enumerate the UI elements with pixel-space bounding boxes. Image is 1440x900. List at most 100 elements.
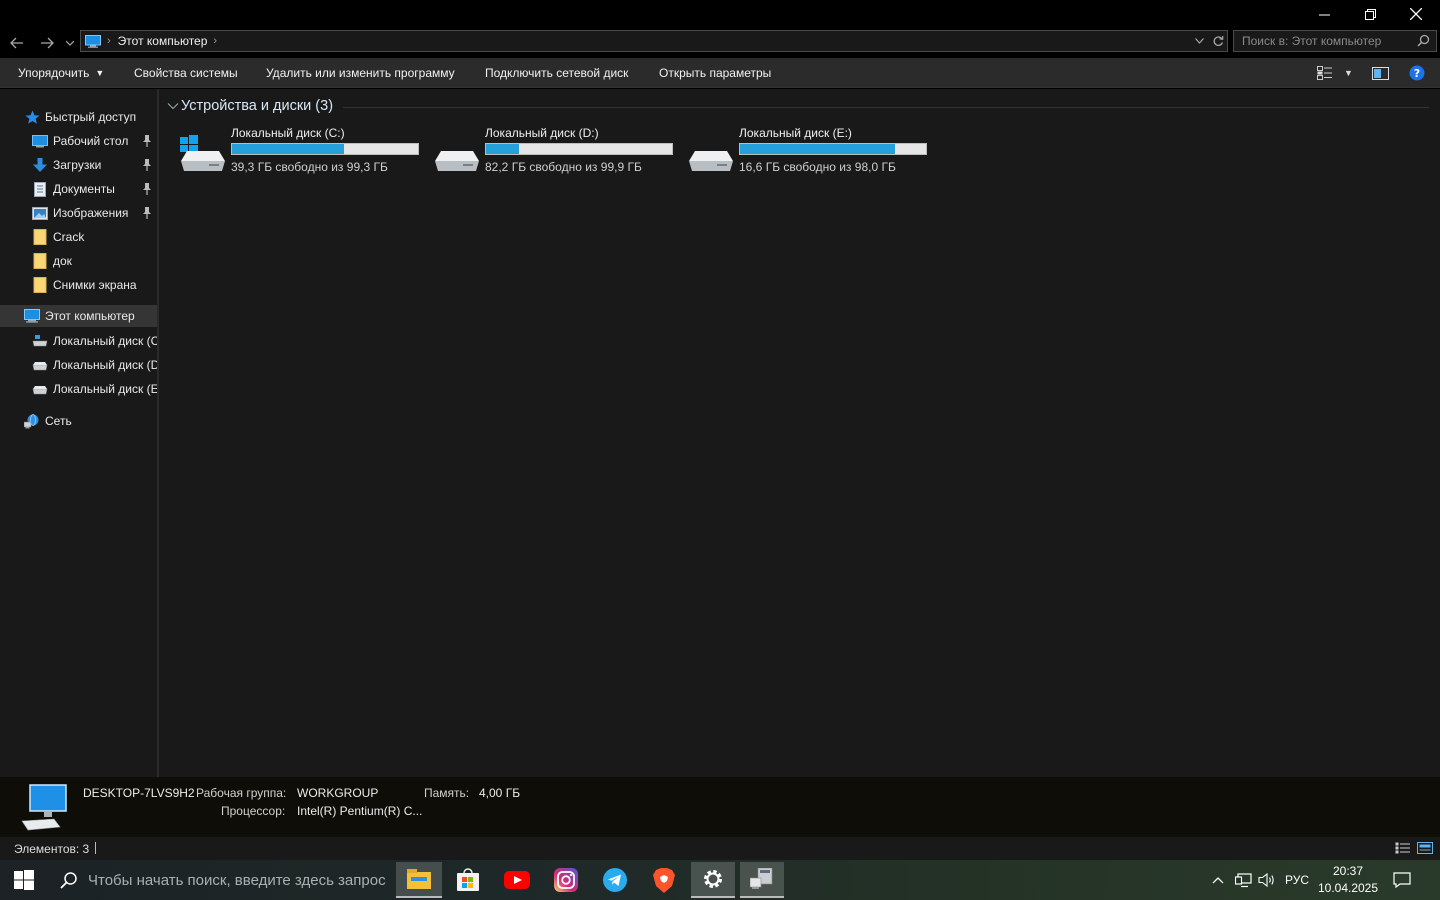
chevron-up-icon xyxy=(1212,877,1224,884)
item-count: Элементов: 3 xyxy=(14,842,90,856)
close-button[interactable] xyxy=(1393,0,1439,28)
help-button[interactable]: ? xyxy=(1409,65,1425,81)
nav-network[interactable]: Сеть xyxy=(0,410,157,432)
nav-quick-access[interactable]: Быстрый доступ xyxy=(0,106,157,128)
taskbar-clock[interactable]: 20:37 10.04.2025 xyxy=(1310,863,1386,897)
taskbar-search-placeholder: Чтобы начать поиск, введите здесь запрос xyxy=(88,871,386,889)
breadcrumb-chevron[interactable]: › xyxy=(213,35,217,47)
taskbar-settings[interactable] xyxy=(691,862,735,898)
change-view-button[interactable]: ▼ xyxy=(1317,65,1353,81)
nav-drive-d[interactable]: Локальный диск (D:) xyxy=(0,354,157,376)
usage-fill xyxy=(232,144,345,154)
pin-icon[interactable] xyxy=(141,158,153,172)
nav-item-desktop[interactable]: Рабочий стол xyxy=(0,130,157,152)
network-status-icon xyxy=(1234,872,1252,887)
settings-icon xyxy=(704,870,722,888)
open-settings-button[interactable]: Открыть параметры xyxy=(659,58,771,88)
nav-this-pc[interactable]: Этот компьютер xyxy=(0,305,157,327)
help-icon: ? xyxy=(1409,65,1425,81)
nav-item-dok[interactable]: док xyxy=(0,250,157,272)
group-divider xyxy=(343,107,1429,108)
clock-date: 10.04.2025 xyxy=(1317,881,1379,895)
pin-icon[interactable] xyxy=(141,134,153,148)
drive-icon xyxy=(32,333,48,349)
search-input[interactable]: Поиск в: Этот компьютер xyxy=(1233,30,1437,52)
computer-icon xyxy=(24,308,40,324)
workgroup-label: Рабочая группа: xyxy=(196,786,287,800)
youtube-icon xyxy=(504,871,530,889)
taskbar-telegram[interactable] xyxy=(593,862,637,898)
nav-drive-c[interactable]: Локальный диск (C:) xyxy=(0,330,157,352)
drive-tile-e[interactable]: Локальный диск (E:) 16,6 ГБ свободно из … xyxy=(687,123,937,175)
minimize-button[interactable] xyxy=(1301,0,1347,28)
nav-item-crack[interactable]: Crack xyxy=(0,226,157,248)
drive-free-space: 39,3 ГБ свободно из 99,3 ГБ xyxy=(231,160,388,174)
caret-down-icon: ▼ xyxy=(95,68,105,78)
arrow-left-icon xyxy=(10,37,23,49)
taskbar-instagram[interactable] xyxy=(544,862,588,898)
group-title: Устройства и диски (3) xyxy=(181,98,334,114)
drive-icon xyxy=(32,381,48,397)
pin-icon[interactable] xyxy=(141,206,153,220)
instagram-icon xyxy=(554,868,578,892)
arrow-right-icon xyxy=(41,37,54,49)
search-icon[interactable] xyxy=(1417,34,1430,47)
drive-icon xyxy=(689,151,733,171)
folder-icon xyxy=(32,277,48,293)
system-drive-icon xyxy=(180,135,225,171)
address-dropdown-button[interactable] xyxy=(1189,38,1209,44)
caret-down-icon: ▼ xyxy=(1344,68,1353,78)
usage-bar xyxy=(231,143,419,155)
tray-volume[interactable] xyxy=(1257,860,1277,900)
taskbar-search[interactable]: Чтобы начать поиск, введите здесь запрос xyxy=(48,860,392,900)
preview-pane-button[interactable] xyxy=(1372,65,1389,81)
nav-item-screenshots[interactable]: Снимки экрана xyxy=(0,274,157,296)
workgroup-value: WORKGROUP xyxy=(297,786,379,800)
details-view-icon[interactable] xyxy=(1395,841,1411,855)
device-manager-icon xyxy=(750,868,773,889)
restore-button[interactable] xyxy=(1347,0,1393,28)
nav-drive-e[interactable]: Локальный диск (E:) xyxy=(0,378,157,400)
recent-locations-button[interactable] xyxy=(60,32,80,54)
uninstall-program-button[interactable]: Удалить или изменить программу xyxy=(266,58,455,88)
nav-item-documents[interactable]: Документы xyxy=(0,178,157,200)
usage-fill xyxy=(486,144,519,154)
large-icons-view-icon[interactable] xyxy=(1417,841,1433,855)
organize-button[interactable]: Упорядочить ▼ xyxy=(18,58,104,88)
drive-tile-c[interactable]: Локальный диск (C:) 39,3 ГБ свободно из … xyxy=(179,123,429,175)
star-icon xyxy=(24,109,40,125)
nav-item-pictures[interactable]: Изображения xyxy=(0,202,157,224)
brave-icon xyxy=(653,867,675,893)
status-divider xyxy=(95,842,96,854)
usage-bar xyxy=(485,143,673,155)
taskbar-store[interactable] xyxy=(446,862,490,898)
store-icon xyxy=(457,868,479,891)
forward-button[interactable] xyxy=(34,32,60,54)
search-icon xyxy=(60,872,77,889)
group-header[interactable]: Устройства и диски (3) xyxy=(167,98,333,114)
start-button[interactable] xyxy=(0,860,48,900)
network-icon xyxy=(24,413,40,429)
taskbar-brave[interactable] xyxy=(642,862,686,898)
map-network-drive-button[interactable]: Подключить сетевой диск xyxy=(485,58,628,88)
address-bar[interactable]: › Этот компьютер › xyxy=(80,30,1228,52)
tray-network[interactable] xyxy=(1233,860,1253,900)
back-button[interactable] xyxy=(4,32,30,54)
taskbar-youtube[interactable] xyxy=(495,862,539,898)
action-center-button[interactable] xyxy=(1391,860,1413,900)
drive-free-space: 82,2 ГБ свободно из 99,9 ГБ xyxy=(485,160,642,174)
taskbar-file-explorer[interactable] xyxy=(396,862,442,898)
nav-label: Локальный диск (C:) xyxy=(53,334,157,348)
notification-icon xyxy=(1393,872,1411,888)
pin-icon[interactable] xyxy=(141,182,153,196)
tray-language[interactable]: РУС xyxy=(1284,860,1310,900)
drive-tile-d[interactable]: Локальный диск (D:) 82,2 ГБ свободно из … xyxy=(433,123,683,175)
breadcrumb-this-pc[interactable]: Этот компьютер xyxy=(118,34,208,48)
refresh-button[interactable] xyxy=(1209,35,1227,47)
nav-item-downloads[interactable]: Загрузки xyxy=(0,154,157,176)
nav-label: Локальный диск (E:) xyxy=(53,382,157,396)
computer-name: DESKTOP-7LVS9H2 xyxy=(83,786,195,800)
system-properties-button[interactable]: Свойства системы xyxy=(134,58,238,88)
taskbar-device-manager[interactable] xyxy=(740,862,784,898)
tray-overflow-button[interactable] xyxy=(1209,860,1227,900)
